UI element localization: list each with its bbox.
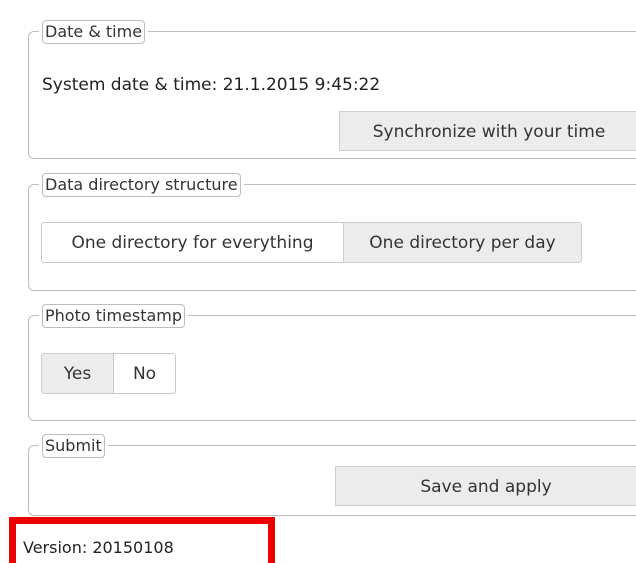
system-date-time: System date & time: 21.1.2015 9:45:22 — [42, 75, 381, 95]
data-directory-legend-label: Data directory structure — [42, 173, 241, 197]
date-time-group: Date & time System date & time: 21.1.201… — [28, 20, 636, 159]
submit-legend-label: Submit — [42, 434, 105, 458]
submit-group: Submit Save and apply — [28, 434, 636, 516]
synchronize-time-button[interactable]: Synchronize with your time — [339, 111, 636, 151]
submit-legend: Submit — [39, 434, 108, 458]
photo-timestamp-legend: Photo timestamp — [39, 304, 189, 328]
save-and-apply-button[interactable]: Save and apply — [335, 466, 636, 506]
timestamp-no-button[interactable]: No — [113, 353, 176, 394]
data-directory-legend: Data directory structure — [39, 173, 244, 197]
photo-timestamp-group: Photo timestamp Yes No — [28, 304, 636, 421]
date-time-legend-label: Date & time — [42, 20, 146, 44]
version-text: Version: 20150108 — [23, 538, 174, 557]
photo-timestamp-legend-label: Photo timestamp — [42, 304, 186, 328]
settings-page: Date & time System date & time: 21.1.201… — [0, 0, 636, 563]
one-directory-for-everything-button[interactable]: One directory for everything — [41, 222, 344, 263]
date-time-legend: Date & time — [39, 20, 149, 44]
data-directory-group: Data directory structure One directory f… — [28, 173, 636, 291]
one-directory-per-day-button[interactable]: One directory per day — [343, 222, 582, 263]
timestamp-yes-button[interactable]: Yes — [41, 353, 114, 394]
